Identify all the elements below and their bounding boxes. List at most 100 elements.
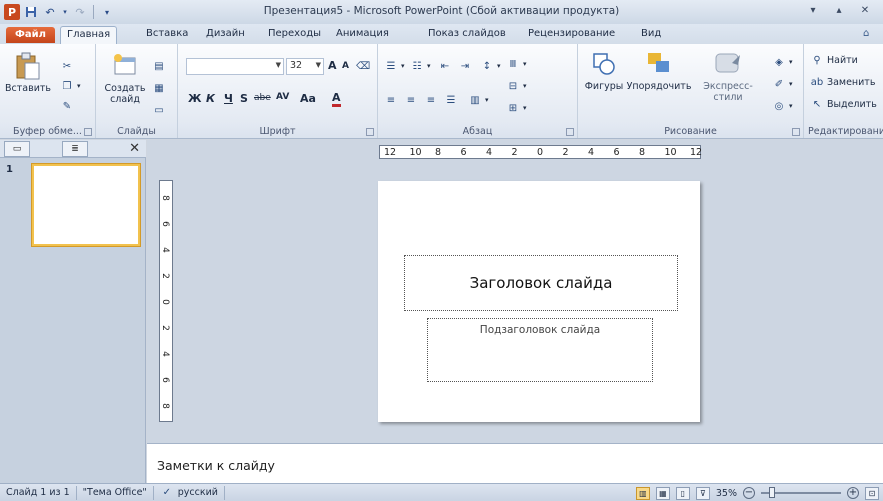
clipboard-launcher-icon[interactable] — [84, 128, 92, 136]
quick-styles-button[interactable]: Экспресс-стили — [690, 50, 766, 103]
ribbon-collapse-icon[interactable]: ▾ — [801, 3, 825, 18]
binoculars-icon: ⚲ — [813, 54, 821, 66]
help-icon[interactable]: ⌂ — [863, 28, 875, 40]
notes-pane[interactable]: Заметки к слайду — [147, 443, 883, 483]
reading-view-icon[interactable]: ▯ — [675, 486, 690, 500]
zoom-level[interactable]: 35% — [716, 488, 737, 499]
tab-insert[interactable]: Вставка — [140, 26, 194, 44]
zoom-slider-thumb[interactable] — [769, 487, 776, 498]
shape-fill-button[interactable]: ◈ ▾ — [772, 54, 792, 70]
zoom-slider[interactable] — [761, 487, 841, 498]
tab-design[interactable]: Дизайн — [200, 26, 251, 44]
paragraph-launcher-icon[interactable] — [566, 128, 574, 136]
change-case-button[interactable]: Aa — [300, 92, 316, 105]
columns-button[interactable]: ▥ ▾ — [468, 92, 488, 108]
zoom-out-icon[interactable]: − — [743, 487, 755, 499]
slide-sorter-icon[interactable]: ▦ — [655, 486, 670, 500]
copy-button[interactable]: ❐ ▾ — [60, 78, 81, 94]
customize-qat-icon[interactable]: ▾ — [99, 4, 115, 20]
normal-view-icon[interactable]: ▥ — [635, 486, 650, 500]
undo-dropdown-icon[interactable]: ▾ — [61, 4, 69, 20]
layout-button[interactable]: ▤ — [152, 58, 166, 74]
pane-close-icon[interactable]: ✕ — [129, 141, 140, 156]
shadow-button[interactable]: S — [240, 92, 248, 105]
ruler-tick-label: 8 — [159, 195, 170, 201]
paste-button[interactable]: Вставить — [5, 52, 51, 94]
section-button[interactable]: ▭ — [152, 102, 166, 118]
subtitle-placeholder[interactable]: Подзаголовок слайда — [427, 318, 653, 382]
shape-outline-button[interactable]: ✐ ▾ — [772, 76, 793, 92]
maximize-icon[interactable]: ▴ — [827, 3, 851, 18]
text-direction-button[interactable]: Ⅲ ▾ — [506, 56, 527, 72]
drawing-launcher-icon[interactable] — [792, 128, 800, 136]
clear-formatting-button[interactable]: ⌫ — [356, 58, 370, 74]
replace-button[interactable]: ab Заменить — [810, 74, 876, 90]
tab-file[interactable]: Файл — [6, 27, 55, 43]
align-left-button[interactable]: ≡ — [384, 92, 398, 108]
bold-button[interactable]: Ж — [188, 92, 201, 105]
paragraph-group-label: Абзац — [462, 126, 493, 137]
italic-button[interactable]: К — [206, 92, 215, 105]
justify-button[interactable]: ☰ — [444, 92, 458, 108]
align-right-button[interactable]: ≡ — [424, 92, 438, 108]
tab-animation[interactable]: Анимация — [330, 26, 395, 44]
font-name-input[interactable]: ▼ — [186, 58, 284, 75]
shape-effects-button[interactable]: ◎ ▾ — [772, 98, 793, 114]
theme-name[interactable]: "Тема Office" — [77, 485, 154, 500]
numbering-button[interactable]: ☷ ▾ — [410, 58, 431, 74]
status-bar: Слайд 1 из 1 "Тема Office" ✓ русский ▥ ▦… — [0, 483, 883, 501]
slideshow-view-icon[interactable]: ⊽ — [695, 486, 710, 500]
outline-tab-icon[interactable]: ≣ — [62, 141, 88, 157]
shapes-button[interactable]: Фигуры — [582, 50, 626, 92]
ruler-tick-label: 8 — [639, 147, 646, 158]
save-icon[interactable] — [23, 4, 39, 20]
slide-thumbnail[interactable] — [32, 164, 140, 246]
align-center-icon: ≡ — [406, 94, 416, 106]
powerpoint-logo-icon[interactable]: P — [4, 4, 20, 20]
slide-canvas[interactable]: Заголовок слайда Подзаголовок слайда — [378, 181, 700, 422]
select-button[interactable]: ↖ Выделить — [810, 96, 877, 112]
language-indicator[interactable]: ✓ русский — [154, 485, 225, 500]
strikethrough-button[interactable]: abe — [254, 93, 271, 103]
zoom-in-icon[interactable]: + — [847, 487, 859, 499]
tab-review[interactable]: Рецензирование — [522, 26, 621, 44]
align-text-button[interactable]: ⊟ ▾ — [506, 78, 527, 94]
decrease-indent-button[interactable]: ⇤ — [438, 58, 452, 74]
close-icon[interactable]: ✕ — [853, 3, 877, 18]
fit-to-window-icon[interactable]: ⊡ — [865, 486, 879, 500]
line-spacing-button[interactable]: ↕ ▾ — [480, 58, 501, 74]
font-size-input[interactable]: 32 ▼ — [286, 58, 324, 75]
font-launcher-icon[interactable] — [366, 128, 374, 136]
char-spacing-button[interactable]: AV — [276, 92, 289, 102]
format-painter-button[interactable]: ✎ — [60, 98, 74, 114]
cut-button[interactable]: ✂ — [60, 58, 74, 74]
tab-transitions[interactable]: Переходы — [262, 26, 327, 44]
slides-tab-icon[interactable]: ▭ — [4, 141, 30, 157]
text-direction-icon: Ⅲ — [509, 58, 517, 70]
ruler-tick-label: 8 — [159, 403, 170, 409]
smartart-button[interactable]: ⊞ ▾ — [506, 100, 527, 116]
grow-font-button[interactable]: A — [328, 59, 337, 72]
shrink-font-button[interactable]: A — [342, 61, 349, 71]
editing-group: ⚲ Найти ab Заменить ↖ Выделить Редактирован… — [804, 44, 883, 138]
vertical-ruler[interactable]: 8 6 4 2 0 2 4 6 8 — [159, 180, 173, 422]
align-center-button[interactable]: ≡ — [404, 92, 418, 108]
increase-indent-button[interactable]: ⇥ — [458, 58, 472, 74]
underline-button[interactable]: Ч — [224, 92, 233, 105]
title-placeholder[interactable]: Заголовок слайда — [404, 255, 678, 311]
find-button[interactable]: ⚲ Найти — [810, 52, 858, 68]
tab-view[interactable]: Вид — [635, 26, 667, 44]
format-painter-icon: ✎ — [62, 100, 72, 112]
tab-home[interactable]: Главная — [60, 26, 118, 44]
redo-icon[interactable]: ↷ — [72, 4, 88, 20]
font-color-button[interactable]: A — [332, 91, 341, 107]
section-icon: ▭ — [154, 104, 164, 116]
new-slide-button[interactable]: Создать слайд — [102, 52, 148, 105]
arrange-button[interactable]: Упорядочить — [626, 50, 692, 92]
tab-slideshow[interactable]: Показ слайдов — [422, 26, 512, 44]
horizontal-ruler[interactable]: 12 10 8 6 4 2 0 2 4 6 8 10 12 — [379, 145, 702, 159]
slide-workspace: 12 10 8 6 4 2 0 2 4 6 8 10 12 8 6 4 2 0 2 4 6 8 Заголовок сл… — [147, 140, 883, 443]
undo-icon[interactable]: ↶ — [42, 4, 58, 20]
bullets-button[interactable]: ☰ ▾ — [384, 58, 405, 74]
reset-button[interactable]: ▦ — [152, 80, 166, 96]
